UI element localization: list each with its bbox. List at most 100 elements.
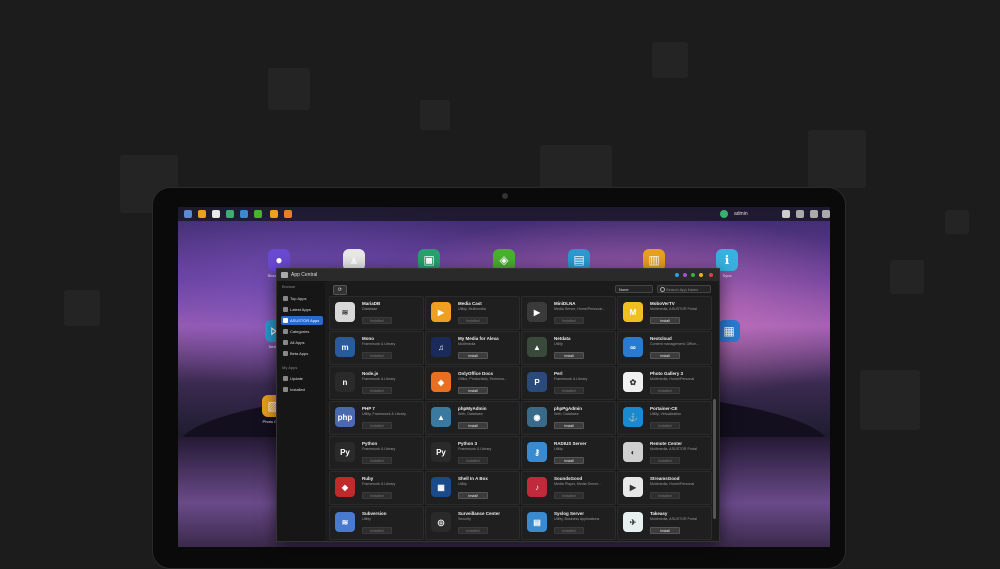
installed-button[interactable]: Installed — [458, 527, 488, 534]
search-input[interactable]: Search App Name — [657, 285, 711, 293]
app-card[interactable]: ♪ SoundsGood Media Player, Media Server...… — [521, 471, 616, 505]
installed-button[interactable]: Installed — [362, 527, 392, 534]
app-category: Framework & Library — [362, 342, 396, 346]
app-card[interactable]: ▶ MiniDLNA Media Server, Home/Personal... I… — [521, 296, 616, 330]
pin-icon[interactable] — [683, 273, 687, 277]
installed-button[interactable]: Installed — [650, 492, 680, 499]
taskbar-app-icon[interactable] — [284, 210, 292, 218]
installed-button[interactable]: Installed — [362, 317, 392, 324]
filter-select[interactable]: None — [615, 285, 653, 293]
minimize-icon[interactable] — [691, 273, 695, 277]
close-icon[interactable] — [709, 273, 713, 277]
taskbar-app-icon[interactable] — [240, 210, 248, 218]
installed-button[interactable]: Installed — [458, 317, 488, 324]
app-card[interactable]: ▦ Shell In A Box Utility Install — [425, 471, 520, 505]
app-name: MiniDLNA — [554, 301, 576, 306]
taskbar-app-icon[interactable] — [198, 210, 206, 218]
install-button[interactable]: Install — [650, 352, 680, 359]
install-button[interactable]: Install — [458, 387, 488, 394]
taskbar-username[interactable]: admin — [734, 209, 748, 219]
app-icon: ▦ — [431, 477, 451, 497]
installed-button[interactable]: Installed — [362, 387, 392, 394]
desktop-app-icon[interactable]: ▦ — [718, 320, 740, 342]
sidebar-item-top-apps[interactable]: Top Apps — [281, 294, 323, 303]
app-card[interactable]: ▶ StreamsGood Multimedia, Home/Personal Ins… — [617, 471, 712, 505]
app-card[interactable]: Py Python Framework & Library Installed — [329, 436, 424, 470]
install-button[interactable]: Install — [458, 492, 488, 499]
app-name: SoundsGood — [554, 476, 583, 481]
app-card[interactable]: ✈ Takeasy Multimedia, ASUSTOR Portal Instal… — [617, 506, 712, 540]
notification-icon[interactable] — [782, 210, 790, 218]
app-card[interactable]: ▲ phpMyAdmin Web, Database Install — [425, 401, 520, 435]
sidebar-item-all-apps[interactable]: All Apps — [281, 338, 323, 347]
app-card[interactable]: ◆ OnlyOffice Docs Office, Productivity, Te… — [425, 366, 520, 400]
sidebar-item-latest-apps[interactable]: Latest Apps — [281, 305, 323, 314]
installed-button[interactable]: Installed — [554, 527, 584, 534]
app-card[interactable]: n Node.js Framework & Library Installed — [329, 366, 424, 400]
sidebar-item-installed[interactable]: Installed — [281, 385, 323, 394]
app-card[interactable]: ∞ Nextcloud Content management, Office... I… — [617, 331, 712, 365]
app-card[interactable]: ⚷ RADIUS Server Utility Install — [521, 436, 616, 470]
taskbar-app-icon[interactable] — [254, 210, 262, 218]
app-name: MariaDB — [362, 301, 381, 306]
refresh-button[interactable]: ⟳ — [333, 285, 347, 295]
install-button[interactable]: Install — [554, 422, 584, 429]
sidebar-item-categories[interactable]: Categories — [281, 327, 323, 336]
taskbar-app-icon[interactable] — [184, 210, 192, 218]
sidebar-item-update[interactable]: Update — [281, 374, 323, 383]
installed-button[interactable]: Installed — [650, 457, 680, 464]
app-card[interactable]: ◆ Ruby Framework & Library Installed — [329, 471, 424, 505]
app-card[interactable]: P Perl Framework & Library Installed — [521, 366, 616, 400]
installed-button[interactable]: Installed — [362, 352, 392, 359]
help-icon[interactable] — [675, 273, 679, 277]
app-name: Ruby — [362, 476, 374, 481]
installed-button[interactable]: Installed — [554, 387, 584, 394]
app-name: Photo Gallery 3 — [650, 371, 684, 376]
app-card[interactable]: m Mono Framework & Library Installed — [329, 331, 424, 365]
install-button[interactable]: Install — [554, 352, 584, 359]
app-card[interactable]: ♫ My Media for Alexa Multimedia Install — [425, 331, 520, 365]
app-card[interactable]: M MoboVerTV Multimedia, ASUSTOR Portal Inst… — [617, 296, 712, 330]
install-button[interactable]: Install — [650, 527, 680, 534]
app-card[interactable]: ≋ MariaDB Database Installed — [329, 296, 424, 330]
app-card[interactable]: ⚓ Portainer-CE Utility, Virtualization Inst… — [617, 401, 712, 435]
app-card[interactable]: php PHP 7 Utility, Framework & Library Inst… — [329, 401, 424, 435]
taskbar-app-icon[interactable] — [212, 210, 220, 218]
installed-button[interactable]: Installed — [554, 492, 584, 499]
install-button[interactable]: Install — [650, 317, 680, 324]
app-card[interactable]: ▶ Media Cast Utility, Multimedia Installed — [425, 296, 520, 330]
installed-button[interactable]: Installed — [458, 457, 488, 464]
installed-button[interactable]: Installed — [362, 457, 392, 464]
search-icon[interactable] — [810, 210, 818, 218]
install-button[interactable]: Install — [554, 457, 584, 464]
install-button[interactable]: Install — [458, 352, 488, 359]
app-card[interactable]: ▤ Syslog Server Utility, Business Applicat… — [521, 506, 616, 540]
window-titlebar[interactable]: App Central — [277, 269, 719, 281]
taskbar-app-icon[interactable] — [226, 210, 234, 218]
install-button[interactable]: Install — [458, 422, 488, 429]
installed-button[interactable]: Installed — [650, 422, 680, 429]
app-card[interactable]: Py Python 3 Framework & Library Installed — [425, 436, 520, 470]
installed-button[interactable]: Installed — [650, 387, 680, 394]
app-name: My Media for Alexa — [458, 336, 499, 341]
installed-button[interactable]: Installed — [554, 317, 584, 324]
menu-icon[interactable] — [822, 210, 830, 218]
app-category: Database — [362, 307, 378, 311]
settings-icon[interactable] — [796, 210, 804, 218]
scrollbar[interactable] — [713, 399, 716, 519]
app-card[interactable]: ◉ phpPgAdmin Web, Database Install — [521, 401, 616, 435]
maximize-icon[interactable] — [699, 273, 703, 277]
sidebar-item-beta-apps[interactable]: Beta Apps — [281, 349, 323, 358]
app-card[interactable]: ▲ Netdata Utility Install — [521, 331, 616, 365]
user-avatar-icon[interactable] — [720, 210, 728, 218]
installed-button[interactable]: Installed — [362, 492, 392, 499]
app-card[interactable]: ◎ Surveillance Center Security Installed — [425, 506, 520, 540]
installed-button[interactable]: Installed — [362, 422, 392, 429]
app-card[interactable]: ≋ Subversion Utility Installed — [329, 506, 424, 540]
taskbar-app-icon[interactable] — [270, 210, 278, 218]
app-card[interactable]: ◐ Remote Center Multimedia, ASUSTOR Portal… — [617, 436, 712, 470]
app-name: Node.js — [362, 371, 379, 376]
app-icon: ▶ — [431, 302, 451, 322]
sidebar-item-asustor-apps[interactable]: ASUSTOR Apps — [281, 316, 323, 325]
app-card[interactable]: ✿ Photo Gallery 3 Multimedia, Home/Persona… — [617, 366, 712, 400]
